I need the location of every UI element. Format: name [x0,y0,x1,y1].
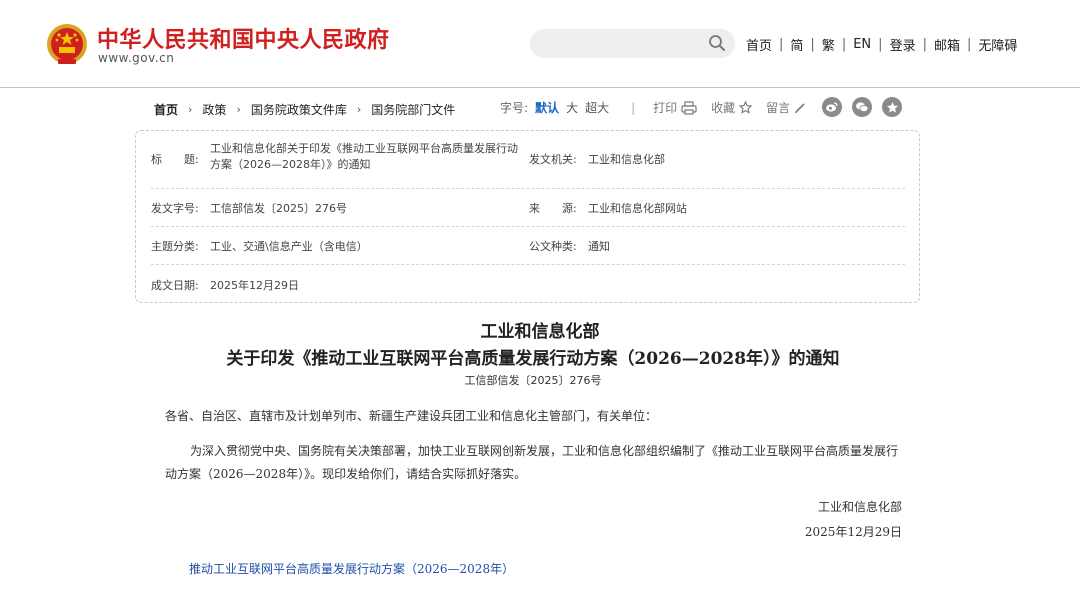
meta-source-label: 来 源: [529,202,577,215]
attachment-link[interactable]: 推动工业互联网平台高质量发展行动方案（2026—2028年） [189,560,514,577]
nav-separator: | [878,37,883,52]
qzone-glyph-icon [886,101,898,113]
nav-simplified-link[interactable]: 简 [790,35,803,54]
article-title-line1: 工业和信息化部 [480,322,600,342]
nav-mail-link[interactable]: 邮箱 [934,35,960,54]
site-url[interactable]: www.gov.cn [98,51,174,65]
nav-separator: | [841,37,847,52]
article-toolbar: 字号: 默认 大 超大 | 打印 收藏 留言 [500,99,820,116]
nav-separator: | [810,37,815,52]
star-icon [739,101,753,114]
chevron-right-icon: › [356,103,362,116]
nav-english-link[interactable]: EN [853,37,871,52]
article-doc-number: 工信部信发〔2025〕276号 [464,374,602,387]
meta-row: 标 题: 工业和信息化部关于印发《推动工业互联网平台高质量发展行动方案（2026… [151,131,905,189]
meta-category-value: 工业、交通\信息产业（含电信） [210,240,368,253]
site-header: 中华人民共和国中央人民政府 www.gov.cn 首页 | 简 | 繁 | EN… [0,0,1080,88]
search-icon[interactable] [708,34,726,52]
nav-traditional-link[interactable]: 繁 [822,35,835,54]
favorite-button[interactable]: 收藏 [711,99,753,116]
document-metadata-panel: 标 题: 工业和信息化部关于印发《推动工业互联网平台高质量发展行动方案（2026… [135,130,920,303]
meta-source-value: 工业和信息化部网站 [588,202,687,215]
breadcrumb-department-docs[interactable]: 国务院部门文件 [371,101,455,118]
meta-row: 发文字号: 工信部信发〔2025〕276号 来 源: 工业和信息化部网站 [151,189,905,227]
nav-home-link[interactable]: 首页 [746,35,772,54]
chevron-right-icon: › [236,103,241,116]
meta-doc-type-label: 公文种类: [529,240,577,253]
site-title[interactable]: 中华人民共和国中央人民政府 [97,22,390,54]
print-label: 打印 [653,101,678,115]
meta-row: 主题分类: 工业、交通\信息产业（含电信） 公文种类: 通知 [151,227,905,265]
national-emblem-icon[interactable] [46,23,88,67]
favorite-label: 收藏 [711,101,736,115]
meta-title-label: 标 题: [151,153,199,166]
article-title-line2: 关于印发《推动工业互联网平台高质量发展行动方案（2026—2028年）》的通知 [226,349,840,369]
breadcrumb-policy-library[interactable]: 国务院政策文件库 [251,101,347,118]
printer-icon [681,100,697,115]
weibo-icon[interactable] [822,97,842,117]
font-size-large-button[interactable]: 大 [566,99,578,116]
signature-organization: 工业和信息化部 [817,500,902,514]
wechat-glyph-icon [856,102,869,113]
meta-doc-no-label: 发文字号: [151,202,199,215]
font-size-xlarge-button[interactable]: 超大 [585,99,609,116]
font-size-label: 字号: [500,101,529,115]
article-paragraph: 为深入贯彻党中央、国务院有关决策部署，加快工业互联网创新发展，工业和信息化部组织… [165,444,899,481]
meta-category-label: 主题分类: [151,240,199,253]
toolbar-divider: | [631,100,636,115]
comment-label: 留言 [766,101,791,115]
meta-date-label: 成文日期: [151,279,199,292]
search-input[interactable] [530,29,735,58]
meta-doc-no-value: 工信部信发〔2025〕276号 [210,202,347,215]
nav-accessibility-link[interactable]: 无障碍 [978,35,1017,54]
weibo-glyph-icon [826,102,838,112]
breadcrumb: 首页 › 政策 › 国务院政策文件库 › 国务院部门文件 [154,101,455,118]
meta-date-value: 2025年12月29日 [210,279,299,292]
wechat-icon[interactable] [852,97,872,117]
qzone-star-icon[interactable] [882,97,902,117]
nav-login-link[interactable]: 登录 [890,35,916,54]
article-addressee: 各省、自治区、直辖市及计划单列市、新疆生产建设兵团工业和信息化主管部门，有关单位… [165,409,658,423]
meta-issuer-value: 工业和信息化部 [588,153,665,166]
comment-button[interactable]: 留言 [766,99,806,116]
signature-date: 2025年12月29日 [804,525,902,539]
breadcrumb-policy[interactable]: 政策 [202,101,226,118]
print-button[interactable]: 打印 [653,99,697,116]
font-size-default-button[interactable]: 默认 [535,99,559,116]
meta-doc-type-value: 通知 [588,240,610,253]
meta-title-value: 工业和信息化部关于印发《推动工业互联网平台高质量发展行动方案（2026—2028… [210,142,518,171]
top-nav: 首页 | 简 | 繁 | EN | 登录 | 邮箱 | 无障碍 [746,35,1017,54]
breadcrumb-home[interactable]: 首页 [154,101,178,118]
meta-issuer-label: 发文机关: [529,153,577,166]
nav-separator: | [779,37,784,52]
nav-separator: | [966,37,972,52]
pencil-icon [795,102,805,113]
meta-row: 成文日期: 2025年12月29日 [151,265,905,303]
nav-separator: | [922,37,927,52]
chevron-right-icon: › [188,103,193,116]
